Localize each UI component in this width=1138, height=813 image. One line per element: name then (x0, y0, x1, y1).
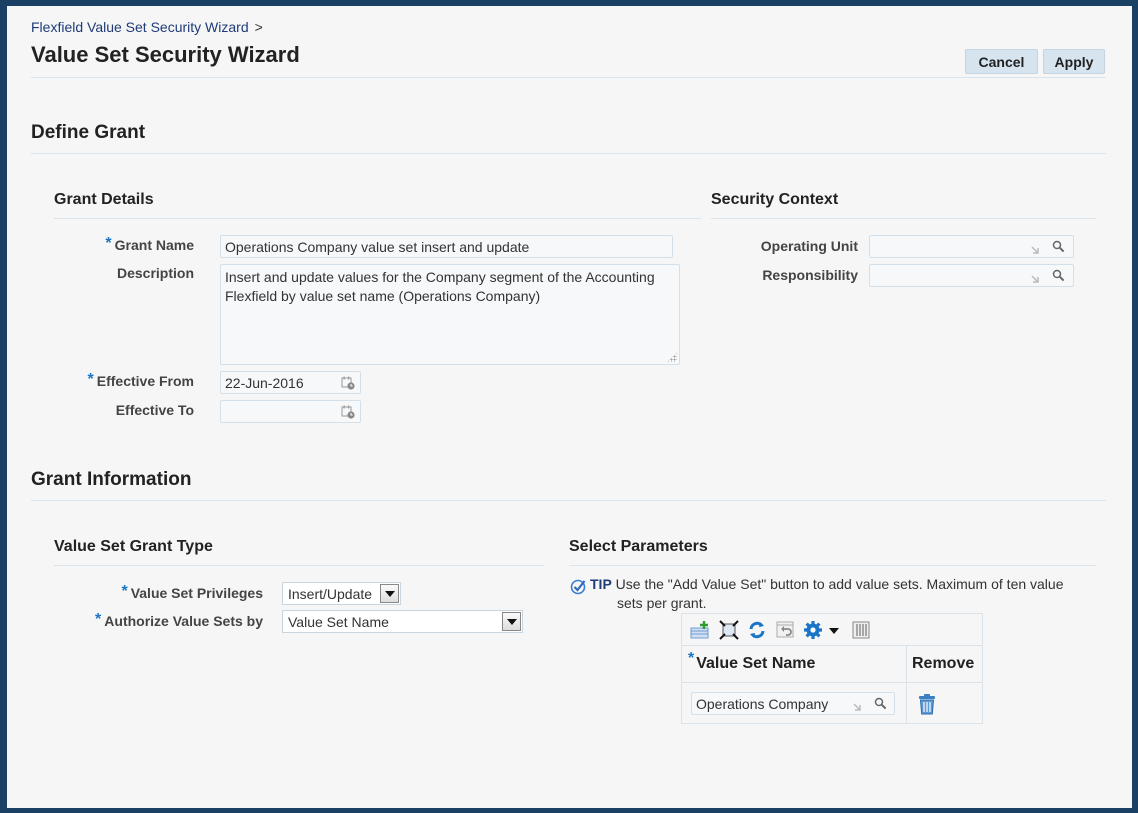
authorize-value-sets-by-value: Value Set Name (288, 614, 389, 630)
dropdown-icon[interactable] (827, 620, 841, 640)
grant-details-divider (54, 218, 701, 219)
effective-to-label: Effective To (115, 402, 194, 418)
page: Flexfield Value Set Security Wizard > Val… (7, 6, 1132, 808)
title-divider (31, 77, 1106, 78)
search-icon[interactable] (874, 697, 887, 710)
calendar-icon[interactable] (341, 376, 355, 390)
lov-arrow-icon (1031, 275, 1039, 283)
tip-text-line2: sets per grant. (617, 595, 707, 611)
chevron-down-icon[interactable] (380, 584, 399, 603)
required-icon: * (87, 371, 94, 388)
grant-information-heading: Grant Information (31, 469, 192, 490)
select-parameters-divider (569, 565, 1096, 566)
apply-button[interactable]: Apply (1043, 49, 1105, 74)
authorize-value-sets-by-label: * Authorize Value Sets by (95, 611, 263, 629)
security-context-divider (711, 218, 1096, 219)
trash-icon[interactable] (918, 694, 936, 715)
effective-from-value: 22-Jun-2016 (225, 375, 304, 391)
value-set-name-value: Operations Company (696, 696, 829, 712)
grant-name-input[interactable]: Operations Company value set insert and … (220, 235, 673, 258)
settings-icon[interactable] (803, 620, 823, 640)
detach-icon[interactable] (719, 620, 739, 640)
calendar-icon[interactable] (341, 405, 355, 419)
columns-icon[interactable] (851, 620, 871, 640)
tip-text-line1: Use the "Add Value Set" button to add va… (615, 576, 1064, 592)
select-parameters-heading: Select Parameters (569, 538, 708, 555)
breadcrumb-link[interactable]: Flexfield Value Set Security Wizard (31, 19, 249, 35)
breadcrumb: Flexfield Value Set Security Wizard > (31, 19, 263, 35)
column-header-value-set-name: * Value Set Name (688, 650, 816, 672)
tip-label: TIP (590, 576, 612, 592)
column-header-remove: Remove (912, 655, 975, 672)
value-sets-table: * Value Set Name Remove Operations Compa… (681, 613, 983, 724)
grant-details-heading: Grant Details (54, 191, 154, 208)
search-icon[interactable] (1052, 269, 1065, 282)
revert-icon[interactable] (775, 620, 795, 640)
required-icon: * (95, 611, 102, 628)
responsibility-input[interactable] (869, 264, 1074, 287)
value-set-name-input[interactable]: Operations Company (691, 692, 895, 715)
effective-from-input[interactable]: 22-Jun-2016 (220, 371, 361, 394)
tip-check-icon (570, 579, 586, 595)
cancel-button[interactable]: Cancel (965, 49, 1038, 74)
table-toolbar (682, 614, 982, 646)
description-text: Insert and update values for the Company… (225, 269, 655, 304)
responsibility-label: Responsibility (762, 267, 858, 283)
lov-arrow-icon (1031, 246, 1039, 254)
authorize-value-sets-by-select[interactable]: Value Set Name (282, 610, 523, 633)
define-grant-heading: Define Grant (31, 122, 146, 143)
lov-arrow-icon (853, 703, 861, 711)
security-context-heading: Security Context (711, 191, 839, 208)
effective-to-input[interactable] (220, 400, 361, 423)
required-icon: * (121, 583, 128, 600)
column-divider (906, 646, 907, 723)
operating-unit-input[interactable] (869, 235, 1074, 258)
effective-from-label: * Effective From (87, 371, 194, 389)
search-icon[interactable] (1052, 240, 1065, 253)
operating-unit-label: Operating Unit (760, 238, 858, 254)
tip: TIP Use the "Add Value Set" button to ad… (590, 575, 1090, 594)
grant-type-divider (54, 565, 544, 566)
add-row-icon[interactable] (690, 620, 710, 640)
required-icon: * (688, 650, 695, 667)
resize-grip-icon[interactable] (667, 352, 677, 362)
define-grant-divider (31, 153, 1106, 154)
value-set-privileges-label: * Value Set Privileges (121, 583, 263, 601)
description-textarea[interactable]: Insert and update values for the Company… (220, 264, 680, 365)
breadcrumb-separator: > (254, 19, 263, 35)
description-label: Description (116, 265, 194, 281)
header-divider (682, 682, 982, 683)
required-icon: * (105, 235, 112, 252)
value-set-grant-type-heading: Value Set Grant Type (54, 538, 213, 555)
page-title: Value Set Security Wizard (31, 42, 300, 67)
refresh-icon[interactable] (747, 620, 767, 640)
grant-information-divider (31, 500, 1106, 501)
value-set-privileges-select[interactable]: Insert/Update (282, 582, 401, 605)
chevron-down-icon[interactable] (502, 612, 521, 631)
grant-name-label: * Grant Name (105, 235, 194, 253)
value-set-privileges-value: Insert/Update (288, 586, 373, 602)
